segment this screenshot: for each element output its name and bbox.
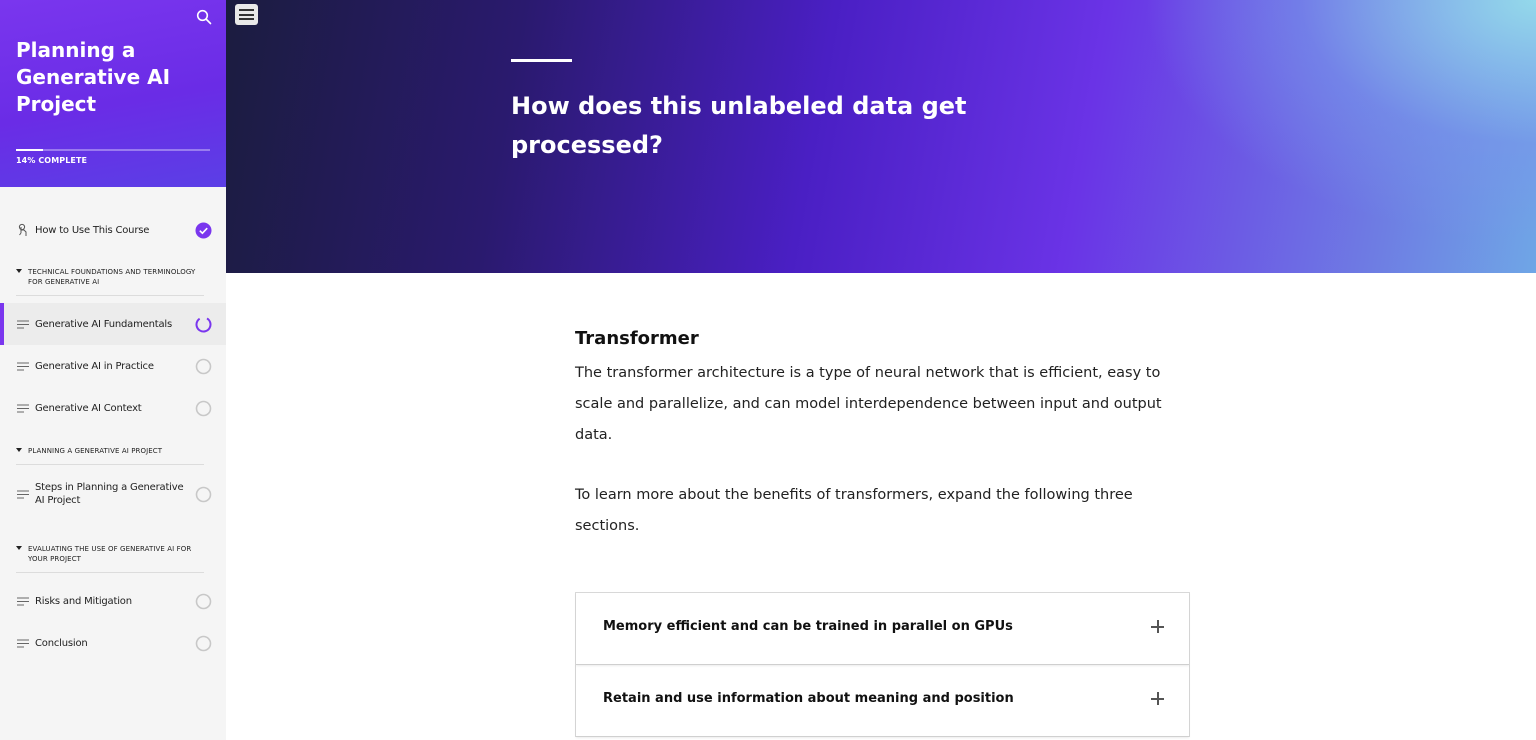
lines-icon [17, 597, 29, 606]
lesson-title: How does this unlabeled data get process… [511, 92, 967, 159]
empty-circle-icon [195, 635, 212, 651]
hero-divider [511, 59, 572, 62]
body-paragraph: To learn more about the benefits of tran… [575, 487, 1133, 534]
sidebar-item-generative-ai-context[interactable]: Generative AI Context [0, 387, 226, 429]
section-title: PLANNING A GENERATIVE AI PROJECT [28, 447, 163, 455]
menu-toggle-button[interactable] [235, 4, 258, 25]
accordion-item-retain-information[interactable]: Retain and use information about meaning… [576, 665, 1189, 737]
plus-icon[interactable] [1151, 692, 1165, 706]
progress-ring-icon [195, 316, 212, 332]
plus-icon[interactable] [1151, 620, 1165, 634]
course-title: Planning a Generative AI Project [16, 38, 171, 116]
sidebar-item-label: Generative AI in Practice [35, 360, 154, 372]
empty-circle-icon [195, 486, 212, 502]
accordion-label: Retain and use information about meaning… [603, 691, 1014, 706]
hamburger-icon [239, 18, 254, 20]
section-title: TECHNICAL FOUNDATIONS AND TERMINOLOGY FO… [28, 268, 196, 286]
section-header-planning[interactable]: PLANNING A GENERATIVE AI PROJECT [16, 446, 204, 465]
sidebar-item-label: Steps in Planning a Generative AI Projec… [35, 482, 184, 506]
accordion-label: Memory efficient and can be trained in p… [603, 619, 1013, 634]
lines-icon [17, 404, 29, 413]
sidebar-item-conclusion[interactable]: Conclusion [0, 622, 226, 664]
sidebar-item-generative-ai-in-practice[interactable]: Generative AI in Practice [0, 345, 226, 387]
lines-icon [17, 320, 29, 329]
hamburger-icon [239, 9, 254, 11]
check-circle-icon [195, 222, 212, 238]
search-icon[interactable] [196, 9, 212, 25]
section-header-evaluating[interactable]: EVALUATING THE USE OF GENERATIVE AI FOR … [16, 544, 204, 573]
section-title: EVALUATING THE USE OF GENERATIVE AI FOR … [28, 545, 192, 563]
progress-label: 14% COMPLETE [16, 156, 88, 165]
lines-icon [17, 362, 29, 371]
sidebar-item-risks-and-mitigation[interactable]: Risks and Mitigation [0, 580, 226, 622]
hamburger-icon [239, 13, 254, 16]
lesson-hero: How does this unlabeled data get process… [226, 0, 1536, 273]
sidebar-item-label: Risks and Mitigation [35, 595, 132, 607]
accordion: Memory efficient and can be trained in p… [575, 592, 1190, 737]
body-paragraph: The transformer architecture is a type o… [575, 365, 1162, 443]
empty-circle-icon [195, 358, 212, 374]
sidebar-header: Planning a Generative AI Project 14% COM… [0, 0, 226, 187]
section-heading: Transformer [575, 328, 699, 349]
sidebar-item-generative-ai-fundamentals[interactable]: Generative AI Fundamentals [0, 303, 226, 345]
caret-down-icon [16, 546, 22, 550]
empty-circle-icon [195, 593, 212, 609]
touch-icon [18, 223, 27, 236]
sidebar-item-steps-in-planning[interactable]: Steps in Planning a Generative AI Projec… [0, 473, 226, 515]
accordion-item-memory-efficient[interactable]: Memory efficient and can be trained in p… [576, 593, 1189, 665]
progress-bar [16, 149, 210, 151]
caret-down-icon [16, 269, 22, 273]
sidebar-item-label: How to Use This Course [35, 224, 150, 236]
sidebar-item-label: Generative AI Fundamentals [35, 318, 172, 330]
progress-bar-fill [16, 149, 44, 151]
sidebar-item-label: Conclusion [35, 637, 88, 649]
course-sidebar: Planning a Generative AI Project 14% COM… [0, 0, 226, 740]
lines-icon [17, 490, 29, 499]
sidebar-item-label: Generative AI Context [35, 402, 142, 414]
sidebar-item-how-to-use[interactable]: How to Use This Course [0, 215, 226, 245]
section-header-technical-foundations[interactable]: TECHNICAL FOUNDATIONS AND TERMINOLOGY FO… [16, 267, 204, 296]
empty-circle-icon [195, 400, 212, 416]
caret-down-icon [16, 448, 22, 452]
lines-icon [17, 639, 29, 648]
